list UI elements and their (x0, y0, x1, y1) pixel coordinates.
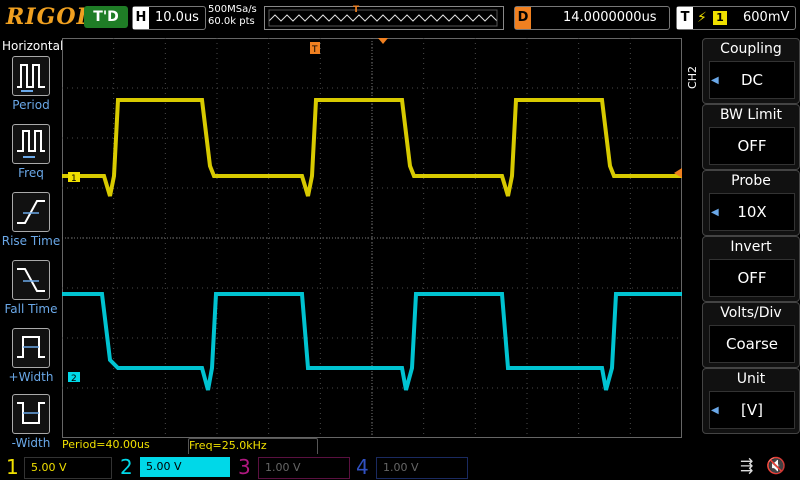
horizontal-label: H (133, 7, 149, 29)
memory-trigger-marker: T (353, 5, 360, 15)
channel-2-scale: 5.00 V (140, 457, 230, 477)
delay-readout[interactable]: D 14.0000000us (514, 6, 670, 30)
measure-freq-label: Freq (18, 166, 44, 180)
coupling-value: DC (709, 61, 795, 99)
measure-period-label: Period (12, 98, 50, 112)
coupling-softkey[interactable]: Coupling DC ◀ (702, 38, 800, 104)
probe-softkey[interactable]: Probe 10X ◀ (702, 170, 800, 236)
rise-time-icon (12, 192, 50, 232)
negative-width-icon (12, 394, 50, 434)
measure-negative-width-button[interactable]: -Width (0, 394, 62, 460)
top-status-bar: RIGOL T'D H 10.0us 500MSa/s 60.0k pts T … (0, 0, 800, 36)
menu-channel-tag: CH2 (686, 66, 699, 89)
speaker-mute-icon[interactable]: 🔇 (766, 456, 786, 475)
brand-logo: RIGOL (6, 4, 93, 30)
timebase-readout[interactable]: H 10.0us (132, 6, 206, 30)
measure-negative-width-label: -Width (11, 436, 51, 450)
softkey-arrow-icon: ◀ (711, 405, 719, 416)
measure-fall-time-button[interactable]: Fall Time (0, 260, 62, 326)
trigger-source: 1 (713, 11, 727, 25)
delay-value: 14.0000000us (563, 10, 657, 25)
measure-rise-time-label: Rise Time (1, 234, 61, 248)
positive-width-icon (12, 328, 50, 368)
measure-rise-time-button[interactable]: Rise Time (0, 192, 62, 258)
channel-1-scale: 5.00 V (24, 457, 112, 479)
delay-position-marker (378, 38, 388, 44)
channel-3-slot[interactable]: 3 1.00 V (232, 454, 350, 480)
bw-limit-title: BW Limit (719, 107, 783, 123)
measure-freq-button[interactable]: Freq (0, 124, 62, 190)
channel-bar: 1 5.00 V 2 5.00 V 3 1.00 V 4 1.00 V ⇶ 🔇 (0, 454, 800, 480)
trigger-readout[interactable]: T ⚡ 1 600mV (676, 6, 796, 30)
channel-4-scale: 1.00 V (376, 457, 468, 479)
trigger-label: T (677, 7, 693, 29)
channel-3-number: 3 (238, 455, 251, 479)
channel-2-number: 2 (120, 455, 133, 479)
bw-limit-value: OFF (709, 127, 795, 165)
rising-edge-icon: ⚡ (697, 10, 707, 26)
memory-overview-wave (268, 9, 498, 27)
channel-4-number: 4 (356, 455, 369, 479)
volts-div-value: Coarse (709, 325, 795, 363)
volts-div-softkey[interactable]: Volts/Div Coarse (702, 302, 800, 368)
waveform-canvas: 1 2 T (62, 38, 682, 438)
measure-positive-width-label: +Width (8, 370, 54, 384)
measure-positive-width-button[interactable]: +Width (0, 328, 62, 394)
frequency-measure-icon (12, 124, 50, 164)
acquisition-readout: 500MSa/s 60.0k pts (208, 4, 257, 28)
channel-menu: Coupling DC ◀ BW Limit OFF Probe 10X ◀ I… (702, 38, 800, 438)
measure-fall-time-label: Fall Time (4, 302, 58, 316)
fall-time-icon (12, 260, 50, 300)
invert-value: OFF (709, 259, 795, 297)
bw-limit-softkey[interactable]: BW Limit OFF (702, 104, 800, 170)
period-measurement: Period=40.00us (62, 438, 150, 451)
probe-value: 10X (709, 193, 795, 231)
channel-3-scale: 1.00 V (258, 457, 350, 479)
delay-label: D (515, 7, 531, 29)
volts-div-title: Volts/Div (720, 305, 782, 321)
trigger-position-label: T (311, 45, 318, 55)
invert-softkey[interactable]: Invert OFF (702, 236, 800, 302)
sample-rate: 500MSa/s (208, 4, 257, 15)
measure-menu: Horizontal Period Freq Rise Time Fall Ti… (0, 38, 64, 452)
softkey-arrow-icon: ◀ (711, 207, 719, 218)
probe-title: Probe (731, 173, 771, 189)
usb-icon: ⇶ (740, 456, 754, 475)
unit-value: [V] (709, 391, 795, 429)
channel-4-slot[interactable]: 4 1.00 V (350, 454, 468, 480)
waveform-display[interactable]: 1 2 T (62, 38, 682, 438)
channel-1-number: 1 (6, 455, 19, 479)
memory-overview[interactable]: T (264, 5, 504, 30)
trigger-level: 600mV (743, 10, 790, 25)
channel-2-marker-label: 2 (71, 374, 77, 384)
softkey-arrow-icon: ◀ (711, 75, 719, 86)
period-measure-icon (12, 56, 50, 96)
trigger-status-badge: T'D (84, 6, 128, 28)
measure-period-button[interactable]: Period (0, 56, 62, 122)
memory-points: 60.0k pts (208, 16, 255, 27)
unit-softkey[interactable]: Unit [V] ◀ (702, 368, 800, 434)
unit-title: Unit (736, 371, 766, 387)
timebase-value: 10.0us (155, 10, 199, 25)
measure-menu-title: Horizontal (2, 39, 64, 53)
channel-2-slot[interactable]: 2 5.00 V (114, 454, 230, 480)
channel-1-marker-label: 1 (71, 174, 77, 184)
coupling-title: Coupling (720, 41, 782, 57)
channel-1-slot[interactable]: 1 5.00 V (0, 454, 112, 480)
invert-title: Invert (730, 239, 772, 255)
